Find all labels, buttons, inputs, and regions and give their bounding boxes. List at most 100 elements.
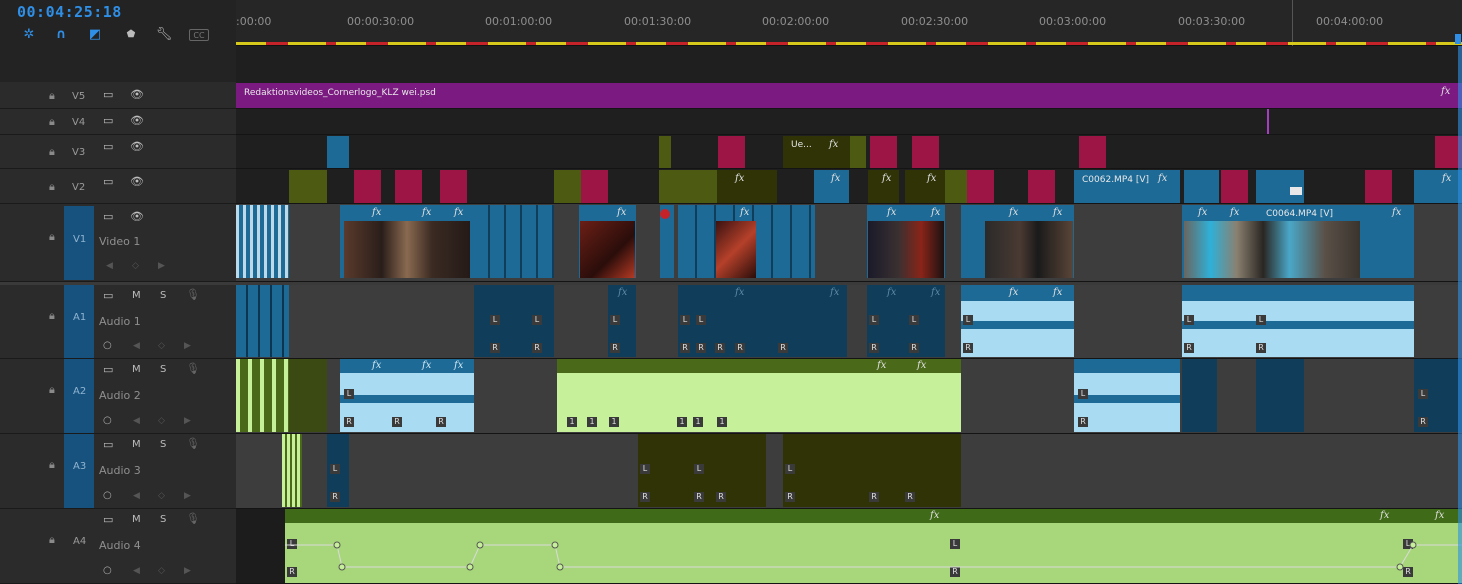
clip-sliver[interactable] [1267,109,1269,134]
lock-icon[interactable]: 🔒︎ [49,533,55,547]
track-header-v5[interactable]: 🔒︎ V5 ▭ 👁︎ [0,82,236,109]
video-clip[interactable]: fx fx [867,205,945,278]
audio-clip[interactable]: L R [327,434,349,507]
audio-clip[interactable]: L R R R [783,434,961,507]
linked-selection-icon[interactable]: ∩ [52,27,70,43]
track-lane-v4[interactable] [236,109,1462,135]
track-lane-v1[interactable]: fx fx fx fx fx fx fx fx fx fx fx C0064.M… [236,204,1462,282]
track-lane-a3[interactable]: L R L R L R R L R R R [236,434,1462,509]
next-keyframe-icon[interactable]: ▶ [158,261,165,271]
next-keyframe-icon[interactable]: ▶ [184,491,191,501]
olive-clip[interactable] [659,136,671,168]
olive-clip[interactable] [554,170,581,203]
volume-knob-icon[interactable]: ○ [103,565,112,576]
track-header-v1[interactable]: 🔒︎ V1 ▭ 👁︎ Video 1 ◀ ◇ ▶ [0,204,236,282]
add-marker-icon[interactable]: ◩ [86,27,104,43]
keyframe-icon[interactable]: ◇ [158,491,165,501]
olive-clip[interactable] [945,170,967,203]
timeline-scrollbar[interactable] [1458,46,1462,584]
track-target-v1[interactable]: V1 [64,206,94,280]
transition-clip[interactable] [395,170,422,203]
transition-clip[interactable] [912,136,939,168]
track-lane-a1[interactable]: L R L R fx L R fx fx L R L R R R R fx fx… [236,285,1462,359]
playhead-line[interactable] [1292,0,1293,46]
prev-keyframe-icon[interactable]: ◀ [133,491,140,501]
transition-clip[interactable] [1079,136,1106,168]
lock-icon[interactable]: 🔒︎ [49,383,55,397]
track-name[interactable]: Audio 4 [99,539,141,552]
captions-icon[interactable]: CC [189,29,209,41]
audio-clip[interactable]: fx fx L R L R R R R [678,285,847,357]
track-name[interactable]: Audio 3 [99,464,141,477]
keyframe-icon[interactable]: ◇ [158,341,165,351]
audio-clip[interactable]: fx fx L R [961,285,1074,357]
audio-clip-group[interactable] [236,359,289,432]
video-clip-group[interactable] [236,205,289,278]
track-header-v4[interactable]: 🔒︎ V4 ▭ 👁︎ [0,109,236,135]
audio-clip[interactable]: fx fx 1 1 1 1 1 1 [557,359,961,432]
olive-clip[interactable] [289,170,327,203]
transition-clip[interactable] [440,170,467,203]
audio-clip[interactable] [1182,359,1217,432]
track-lane-a4[interactable]: fx fx fx L R L R L R [236,509,1462,584]
film-icon[interactable]: ▭ [103,289,113,302]
keyframe-icon[interactable]: ◇ [158,416,165,426]
audio-clip[interactable]: L R L R R [638,434,766,507]
lock-icon[interactable]: 🔒︎ [49,230,55,244]
mute-button[interactable]: M [132,439,141,450]
solo-button[interactable]: S [160,514,166,525]
video-clip-group[interactable] [474,205,554,278]
volume-keyframes[interactable] [285,509,1462,583]
track-header-a4[interactable]: 🔒︎ A4 ▭ M S 🎙︎ Audio 4 ○ ◀ ◇ ▶ [0,509,236,584]
transition-clip[interactable] [1028,170,1055,203]
prev-keyframe-icon[interactable]: ◀ [133,341,140,351]
prev-keyframe-icon[interactable]: ◀ [133,416,140,426]
track-name[interactable]: Video 1 [99,235,140,248]
video-clip[interactable] [660,205,674,278]
keyframe-icon[interactable]: ◇ [132,261,139,271]
lock-icon[interactable]: 🔒︎ [49,458,55,472]
audio-clip[interactable] [289,359,327,432]
track-lane-v5[interactable]: Redaktionsvideos_Cornerlogo_KLZ wei.psd … [236,82,1462,109]
next-keyframe-icon[interactable]: ▶ [184,416,191,426]
lock-icon[interactable]: 🔒︎ [49,115,55,129]
film-icon[interactable]: ▭ [103,210,113,223]
mute-button[interactable]: M [132,514,141,525]
olive-clip[interactable] [659,170,717,203]
olive-clip[interactable]: fx [868,170,899,203]
olive-clip[interactable] [850,136,866,168]
olive-clip[interactable]: Ue... fx [783,136,850,168]
lock-icon[interactable]: 🔒︎ [49,89,55,103]
video-clip-group[interactable]: fx [678,205,815,278]
track-header-a2[interactable]: 🔒︎ A2 ▭ M S 🎙︎ Audio 2 ○ ◀ ◇ ▶ [0,359,236,434]
wrench-icon[interactable]: 🔧︎ [155,27,173,43]
film-icon[interactable]: ▭ [103,175,113,188]
marker-icon[interactable]: ⬟ [122,27,140,43]
prev-keyframe-icon[interactable]: ◀ [106,261,113,271]
solo-button[interactable]: S [160,439,166,450]
film-icon[interactable]: ▭ [103,114,113,127]
track-name[interactable]: Audio 1 [99,315,141,328]
video-clip[interactable]: fx fx [961,205,1074,278]
video-clip[interactable] [327,136,349,168]
music-audio-clip[interactable]: fx fx fx L R L R L R [285,509,1462,583]
video-clip[interactable]: fx [814,170,849,203]
track-name[interactable]: Audio 2 [99,389,141,402]
olive-clip[interactable]: fx [905,170,945,203]
eye-icon[interactable]: 👁︎ [130,88,144,101]
prev-keyframe-icon[interactable]: ◀ [133,566,140,576]
eye-icon[interactable]: 👁︎ [130,210,144,223]
film-icon[interactable]: ▭ [103,140,113,153]
track-header-a1[interactable]: 🔒︎ A1 ▭ M S 🎙︎ Audio 1 ○ ◀ ◇ ▶ [0,285,236,359]
time-ruler[interactable]: :00:00 00:00:30:00 00:01:00:00 00:01:30:… [236,0,1462,46]
transition-clip[interactable] [581,170,608,203]
video-clip[interactable] [1184,170,1219,203]
video-clip[interactable] [1256,170,1304,203]
video-clip[interactable]: C0062.MP4 [V] fx [1074,170,1180,203]
eye-icon[interactable]: 👁︎ [130,140,144,153]
out-point-marker[interactable] [1455,34,1461,44]
track-header-v3[interactable]: 🔒︎ V3 ▭ 👁︎ [0,135,236,169]
track-target-a1[interactable]: A1 [64,285,94,358]
video-clip[interactable]: fx fx fx [340,205,474,278]
solo-button[interactable]: S [160,290,166,301]
